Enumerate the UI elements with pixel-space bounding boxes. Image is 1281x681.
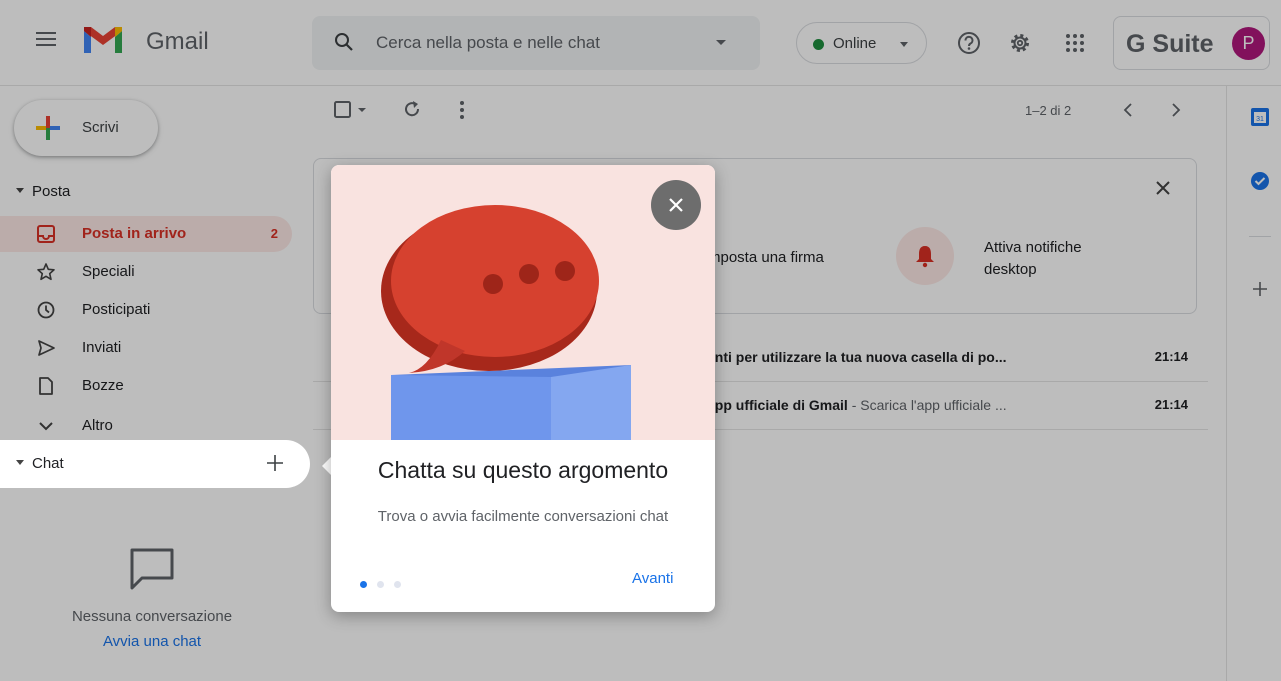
chat-section-label: Chat [16, 455, 64, 472]
chat-section-header[interactable]: Chat [0, 440, 310, 488]
popup-description: Trova o avvia facilmente conversazioni c… [377, 508, 669, 525]
step-dot [394, 581, 401, 588]
feature-tour-popup: Chatta su questo argomento Trova o avvia… [331, 165, 715, 612]
step-dot-active [360, 581, 367, 588]
new-chat-plus-icon[interactable] [264, 452, 286, 474]
popup-title: Chatta su questo argomento [377, 457, 669, 483]
step-dot [377, 581, 384, 588]
close-icon [669, 198, 683, 212]
collapse-icon [16, 460, 24, 465]
chat-illustration [331, 165, 715, 440]
close-popup-button[interactable] [651, 180, 701, 230]
gmail-page: Gmail Online G Suite P Scrivi Posta [0, 0, 1281, 681]
chat-label: Chat [32, 455, 64, 472]
next-button[interactable]: Avanti [632, 570, 673, 587]
step-indicator [360, 575, 411, 593]
